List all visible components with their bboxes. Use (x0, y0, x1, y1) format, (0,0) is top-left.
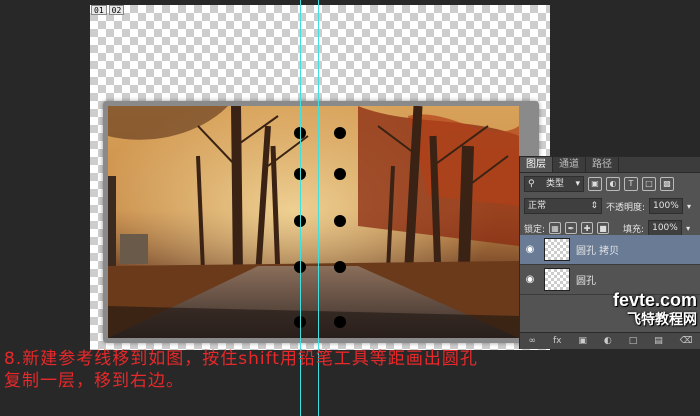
trash-icon[interactable]: ⌫ (680, 336, 693, 346)
chevron-updown-icon: ⇕ (590, 201, 598, 211)
adjustment-filter-icon[interactable]: ◐ (606, 177, 620, 191)
folder-icon[interactable]: □ (629, 336, 638, 346)
tab-channels[interactable]: 通道 (553, 157, 586, 172)
layer-name[interactable]: 圆孔 拷贝 (576, 242, 619, 257)
filter-kind-label: 类型 (546, 179, 565, 189)
lock-transparent-icon[interactable]: ▦ (549, 222, 562, 234)
layer-thumbnail (544, 238, 570, 261)
caption-line-1: 8.新建参考线移到如图，按住shift用铅笔工具等距画出圆孔 (4, 349, 478, 369)
watermark-site-name: 飞特教程网 (627, 311, 697, 327)
blend-mode-select[interactable]: 正常 ⇕ (524, 198, 602, 214)
blend-mode-value: 正常 (528, 201, 547, 211)
adjustment-icon[interactable]: ◐ (604, 336, 612, 346)
hole-dot (334, 261, 346, 273)
tutorial-caption: 8.新建参考线移到如图，按住shift用铅笔工具等距画出圆孔 复制一层，移到右边… (4, 348, 696, 392)
hole-dot (334, 168, 346, 180)
opacity-label: 不透明度: (606, 202, 646, 213)
type-filter-icon[interactable]: T (624, 177, 638, 191)
search-icon: ⚲ (528, 179, 535, 189)
watermark-domain: fevte.com (612, 290, 697, 310)
hole-dot (334, 127, 346, 139)
filter-kind-select[interactable]: ⚲ 类型 ▾ (524, 176, 584, 192)
fill-value: 100% (652, 223, 678, 233)
layer-name[interactable]: 圆孔 (576, 272, 596, 287)
smart-object-filter-icon[interactable]: ▩ (660, 177, 674, 191)
fx-button[interactable]: fx (553, 336, 562, 346)
mask-icon[interactable]: ▣ (578, 336, 587, 346)
opacity-dropdown-icon[interactable]: ▾ (687, 202, 691, 211)
eye-icon[interactable]: ◉ (520, 274, 540, 285)
opacity-field[interactable]: 100% (649, 198, 684, 214)
shape-filter-icon[interactable]: □ (642, 177, 656, 191)
lock-all-icon[interactable]: ■ (597, 222, 610, 234)
eye-icon[interactable]: ◉ (520, 244, 540, 255)
chevron-down-icon: ▾ (575, 179, 580, 189)
panel-footer: ∞ fx ▣ ◐ □ ▤ ⌫ (520, 332, 700, 349)
lock-move-icon[interactable]: ✚ (581, 222, 594, 234)
fill-label: 填充: (623, 224, 645, 235)
site-watermark: fevte.com 飞特教程网 (567, 290, 697, 329)
fill-field[interactable]: 100% (648, 220, 683, 236)
panel-tabs: 图层 通道 路径 (520, 157, 700, 173)
blend-row: 正常 ⇕ 不透明度: 100% ▾ (520, 195, 700, 217)
layer-thumbnail (544, 268, 570, 291)
fill-dropdown-icon[interactable]: ▾ (686, 224, 690, 233)
hole-dot (334, 215, 346, 227)
hole-dot (334, 316, 346, 328)
lock-label: 锁定: (524, 224, 546, 235)
tab-paths[interactable]: 路径 (586, 157, 619, 172)
pixel-filter-icon[interactable]: ▣ (588, 177, 602, 191)
layer-row-copy[interactable]: ◉ 圆孔 拷贝 (520, 235, 700, 265)
tab-layers[interactable]: 图层 (520, 157, 553, 172)
link-icon[interactable]: ∞ (528, 336, 536, 346)
filter-row: ⚲ 类型 ▾ ▣ ◐ T □ ▩ (520, 173, 700, 195)
caption-line-2: 复制一层，移到右边。 (4, 371, 184, 391)
opacity-value: 100% (653, 201, 679, 211)
new-layer-icon[interactable]: ▤ (654, 336, 663, 346)
lock-brush-icon[interactable]: ✒ (565, 222, 578, 234)
